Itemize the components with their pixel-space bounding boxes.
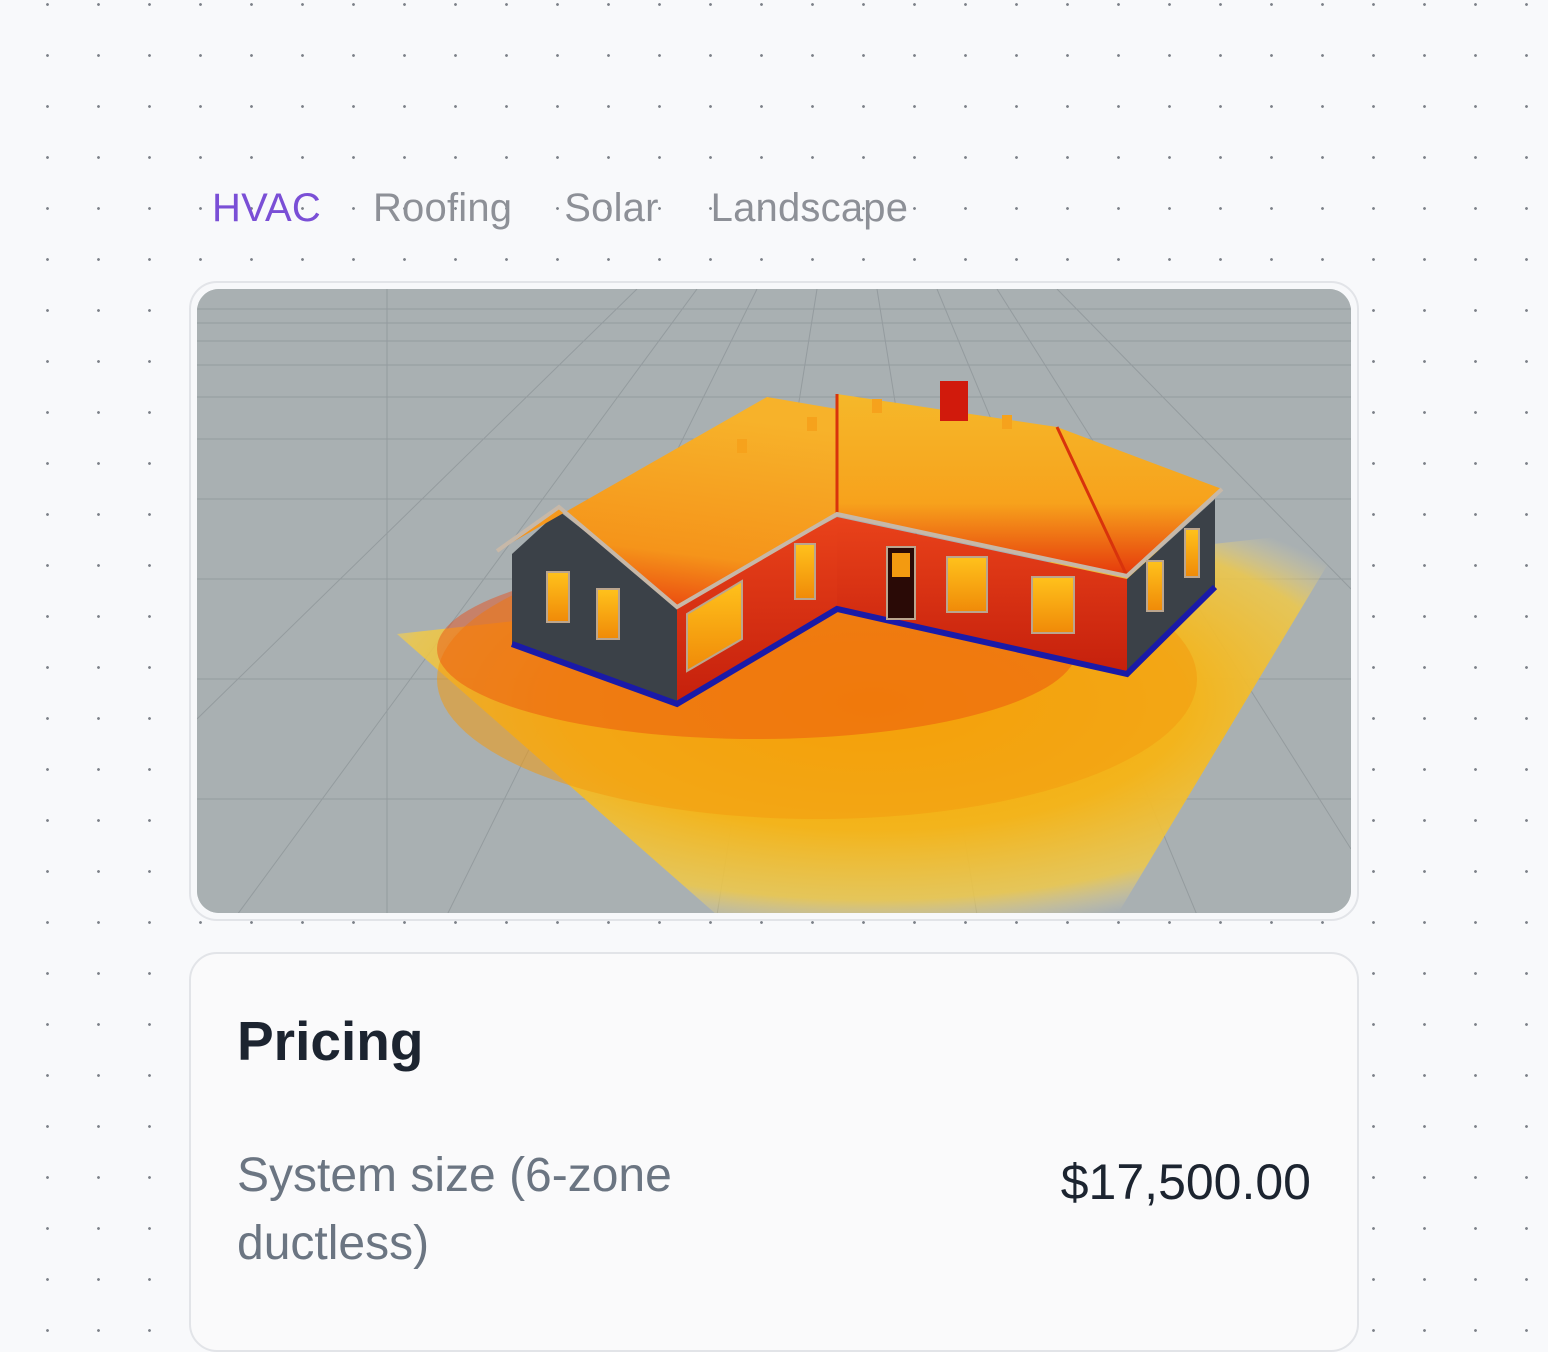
pricing-title: Pricing: [237, 1010, 424, 1072]
pricing-line-item: System size (6-zone ductless) $17,500.00: [237, 1142, 1311, 1278]
model-viewer-card: [189, 281, 1359, 921]
house-heatmap-render: [197, 289, 1351, 913]
pricing-card: Pricing System size (6-zone ductless) $1…: [189, 952, 1359, 1352]
category-tabs: HVAC Roofing Solar Landscape: [212, 186, 908, 231]
line-item-price: $17,500.00: [1060, 1154, 1311, 1210]
tab-solar[interactable]: Solar: [564, 186, 658, 231]
tab-hvac[interactable]: HVAC: [212, 186, 321, 231]
model-viewer[interactable]: [197, 289, 1351, 913]
tab-roofing[interactable]: Roofing: [373, 186, 512, 231]
tab-landscape[interactable]: Landscape: [711, 186, 909, 231]
line-item-label: System size (6-zone ductless): [237, 1149, 672, 1270]
